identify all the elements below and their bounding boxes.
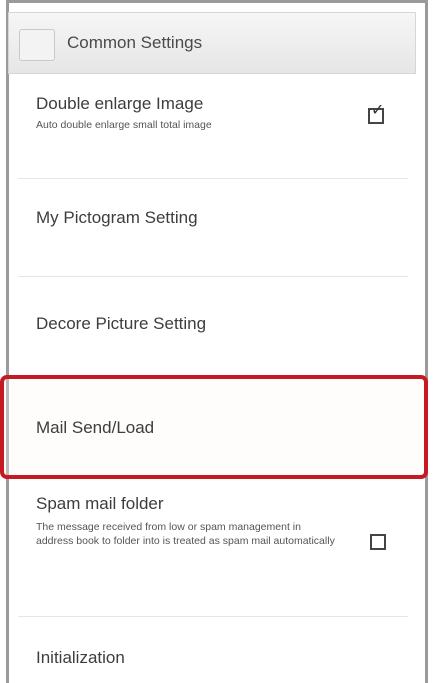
setting-spam-mail-folder[interactable]: Spam mail folder The message received fr…	[8, 482, 416, 612]
setting-decore-picture[interactable]: Decore Picture Setting	[8, 278, 416, 374]
setting-subtitle: The message received from low or spam ma…	[36, 521, 335, 547]
setting-initialization[interactable]: Initialization	[8, 620, 416, 683]
setting-title: Spam mail folder	[36, 494, 164, 513]
divider	[18, 616, 408, 617]
setting-title: Decore Picture Setting	[36, 314, 207, 333]
setting-title: Double enlarge Image	[36, 94, 204, 113]
setting-title: Mail Send/Load	[36, 418, 155, 437]
double-enlarge-checkbox[interactable]: ✓	[368, 103, 384, 124]
setting-double-enlarge-image[interactable]: Double enlarge Image Auto double enlarge…	[8, 78, 416, 178]
setting-title: Initialization	[36, 648, 125, 667]
settings-category-icon	[19, 29, 55, 61]
divider	[18, 178, 408, 179]
divider	[18, 276, 408, 277]
setting-my-pictogram[interactable]: My Pictogram Setting	[8, 180, 416, 276]
common-settings-header: Common Settings	[8, 12, 416, 74]
setting-title: My Pictogram Setting	[36, 208, 198, 227]
spam-folder-checkbox[interactable]	[370, 534, 386, 550]
setting-mail-send-load[interactable]: Mail Send/Load	[8, 380, 416, 476]
header-title: Common Settings	[67, 33, 203, 52]
check-mark-icon: ✓	[371, 102, 385, 119]
setting-subtitle: Auto double enlarge small total image	[36, 119, 212, 131]
